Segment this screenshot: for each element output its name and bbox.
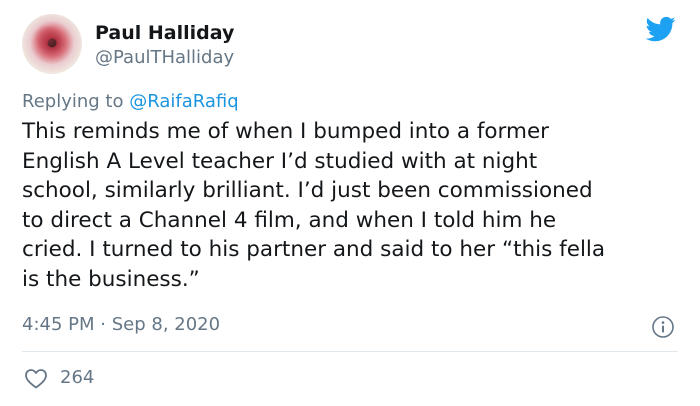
tweet-time: 4:45 PM: [22, 314, 95, 335]
like-count: 264: [60, 367, 95, 388]
tweet-text-line: to direct a Channel 4 film, and when I t…: [22, 207, 557, 233]
author-name[interactable]: Paul Halliday: [95, 22, 234, 44]
heart-icon[interactable]: [24, 367, 48, 389]
tweet-card: Paul Halliday @PaulTHalliday Replying to…: [0, 0, 700, 406]
tweet-text: This reminds me of when I bumped into a …: [22, 117, 682, 294]
reply-mention-link[interactable]: @RaifaRafiq: [129, 91, 238, 112]
author-handle[interactable]: @PaulTHalliday: [95, 47, 234, 68]
replying-prefix: Replying to: [22, 91, 124, 112]
replying-to: Replying to @RaifaRafiq: [22, 91, 239, 112]
tweet-text-line: is the business.”: [22, 266, 200, 292]
divider: [22, 351, 678, 352]
tweet-text-line: cried. I turned to his partner and said …: [22, 237, 606, 262]
tweet-text-line: English A Level teacher I’d studied with…: [22, 148, 538, 174]
tweet-text-line: school, similarly brilliant. I’d just be…: [22, 178, 593, 203]
info-icon[interactable]: [651, 315, 675, 339]
avatar[interactable]: [22, 14, 82, 74]
tweet-date: Sep 8, 2020: [111, 314, 221, 335]
tweet-timestamp[interactable]: 4:45 PM · Sep 8, 2020: [22, 314, 220, 335]
tweet-text-line: This reminds me of when I bumped into a …: [22, 119, 550, 144]
twitter-bird-icon[interactable]: [644, 14, 678, 44]
timestamp-separator: ·: [100, 314, 106, 335]
avatar-image: [32, 26, 64, 50]
